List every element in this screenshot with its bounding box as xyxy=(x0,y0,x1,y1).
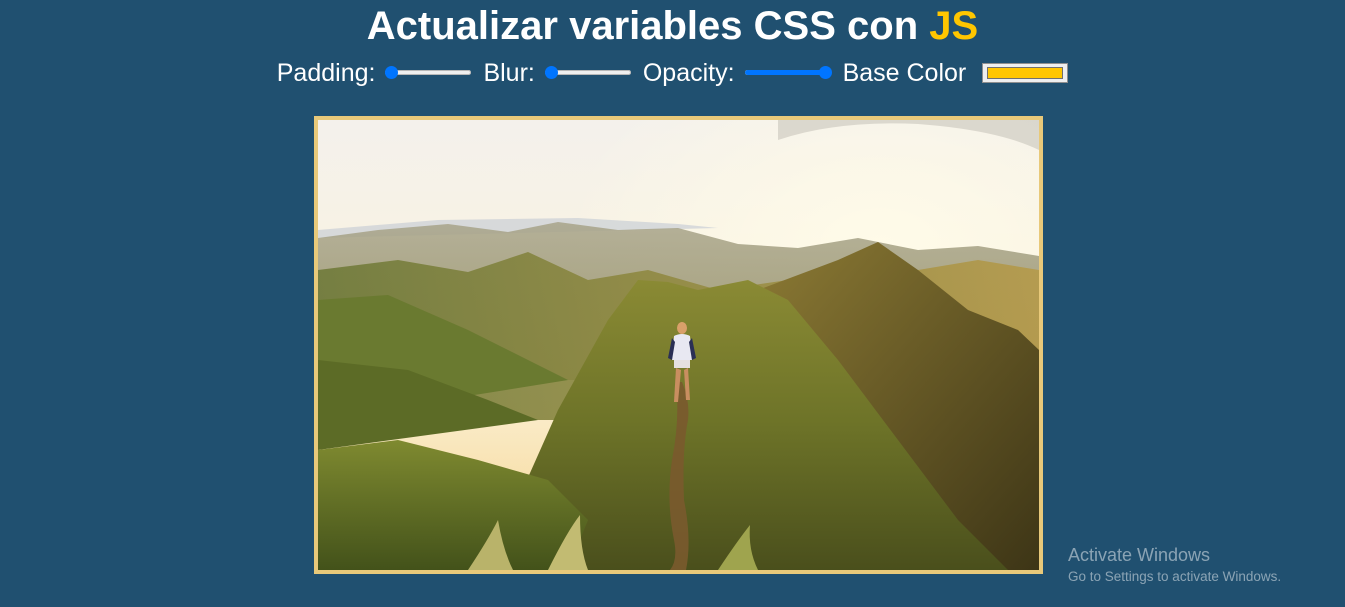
page: Actualizar variables CSS con JS Padding:… xyxy=(0,0,1345,607)
windows-activation-watermark: Activate Windows Go to Settings to activ… xyxy=(1068,544,1281,588)
opacity-slider-fill xyxy=(744,70,825,75)
hiker-mountain-photo xyxy=(318,120,1039,570)
watermark-title: Activate Windows xyxy=(1068,545,1211,565)
page-title: Actualizar variables CSS con JS xyxy=(0,0,1345,52)
opacity-slider-thumb[interactable] xyxy=(818,66,832,79)
blur-label: Blur: xyxy=(483,59,535,87)
page-title-text: Actualizar variables CSS con xyxy=(366,4,930,48)
opacity-slider[interactable] xyxy=(744,64,832,82)
photo-frame xyxy=(314,116,1043,574)
padding-label: Padding: xyxy=(276,59,376,87)
padding-slider-thumb[interactable] xyxy=(385,66,399,79)
base-color-label: Base Color xyxy=(842,59,967,87)
blur-slider-thumb[interactable] xyxy=(544,66,558,79)
watermark-subtitle: Go to Settings to activate Windows. xyxy=(1068,569,1282,584)
opacity-label: Opacity: xyxy=(642,59,735,87)
padding-slider[interactable] xyxy=(385,64,472,82)
base-color-swatch xyxy=(987,67,1064,79)
blur-slider[interactable] xyxy=(544,64,631,82)
controls-bar: Padding: Blur: Opacity: Base Color xyxy=(0,56,1345,90)
padding-slider-track xyxy=(385,70,472,75)
page-title-highlight: JS xyxy=(929,4,979,48)
base-color-picker[interactable] xyxy=(982,63,1069,83)
